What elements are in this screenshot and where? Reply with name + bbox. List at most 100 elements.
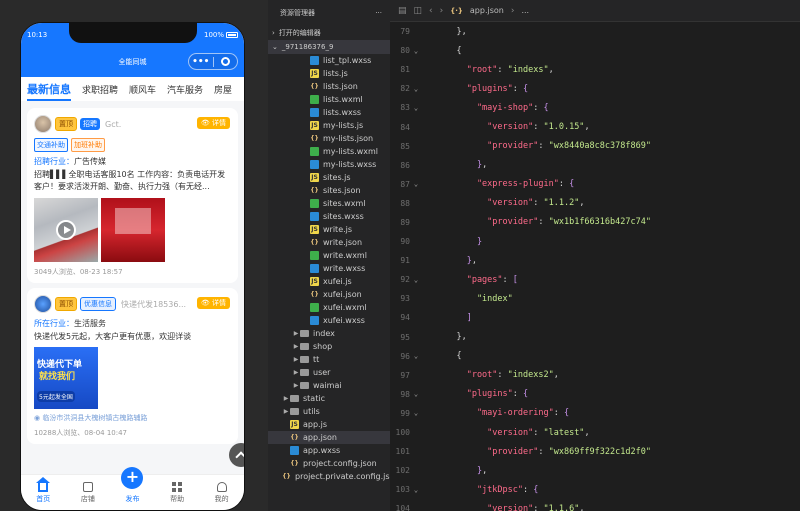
menu-capsule[interactable]: ••• xyxy=(188,53,238,70)
file-item[interactable]: xufei.wxss xyxy=(268,314,390,327)
file-item[interactable]: {} project.config.json xyxy=(268,457,390,470)
file-item[interactable]: {} app.json xyxy=(268,431,390,444)
code-line[interactable]: 87 ⌄ "express-plugin": { xyxy=(390,175,800,194)
code-line[interactable]: 81 "root": "indexs", xyxy=(390,60,800,79)
code-line[interactable]: 101 "provider": "wx869ff9f322c1d2f0" xyxy=(390,442,800,461)
code-line[interactable]: 96 ⌄ { xyxy=(390,347,800,366)
detail-button[interactable]: 👁 详情 xyxy=(196,297,230,309)
code-line[interactable]: 92 ⌄ "pages": [ xyxy=(390,270,800,289)
tab-housing[interactable]: 房屋 xyxy=(214,83,232,96)
folder-item[interactable]: ▶ index xyxy=(268,327,390,340)
file-item[interactable]: JS xufei.js xyxy=(268,275,390,288)
folder-item[interactable]: ▶ shop xyxy=(268,340,390,353)
code-line[interactable]: 79 }, xyxy=(390,22,800,41)
tabbar-help[interactable]: 帮助 xyxy=(155,475,200,510)
code-line[interactable]: 90 } xyxy=(390,232,800,251)
post-card[interactable]: 置顶 招聘 Gct. 👁 详情 交通补助 加班补助 招聘行业：广告传媒 招聘▌▌… xyxy=(27,108,238,283)
file-item[interactable]: list_tpl.wxss xyxy=(268,54,390,67)
folder-item[interactable]: ▶ utils xyxy=(268,405,390,418)
post-card[interactable]: 置顶 优惠信息 快递代发18536... 👁 详情 所在行业：生活服务 快递代发… xyxy=(27,288,238,444)
tabbar-home[interactable]: 首页 xyxy=(21,475,66,510)
split-editor-icon[interactable]: ▤ xyxy=(398,6,407,16)
file-item[interactable]: my-lists.wxml xyxy=(268,145,390,158)
fold-chevron-icon[interactable]: ⌄ xyxy=(410,409,422,417)
folder-item[interactable]: ▶ tt xyxy=(268,353,390,366)
file-item[interactable]: JS app.js xyxy=(268,418,390,431)
fold-chevron-icon[interactable]: ⌄ xyxy=(410,104,422,112)
location-line[interactable]: ◉ 临汾市洪洞县大槐树镇古槐路辅路 xyxy=(34,413,231,423)
project-section[interactable]: ⌄ _971186376_9 xyxy=(268,40,390,54)
tabbar-mine[interactable]: 我的 xyxy=(199,475,244,510)
code-line[interactable]: 94 ] xyxy=(390,308,800,327)
code-line[interactable]: 97 "root": "indexs2", xyxy=(390,366,800,385)
tab-latest[interactable]: 最新信息 xyxy=(27,81,71,101)
bookmark-icon[interactable]: ◫ xyxy=(414,6,423,16)
code-line[interactable]: 100 "version": "latest", xyxy=(390,423,800,442)
tab-carpool[interactable]: 顺风车 xyxy=(129,83,156,96)
file-item[interactable]: lists.wxss xyxy=(268,106,390,119)
fold-chevron-icon[interactable]: ⌄ xyxy=(410,47,422,55)
back-icon[interactable]: ‹ xyxy=(429,6,433,16)
file-item[interactable]: xufei.wxml xyxy=(268,301,390,314)
breadcrumb-more[interactable]: ... xyxy=(521,6,529,15)
file-item[interactable]: JS sites.js xyxy=(268,171,390,184)
file-item[interactable]: write.wxml xyxy=(268,249,390,262)
file-item[interactable]: {} project.private.config.js... xyxy=(268,470,390,483)
code-line[interactable]: 86 }, xyxy=(390,156,800,175)
file-item[interactable]: lists.wxml xyxy=(268,93,390,106)
code-line[interactable]: 95 }, xyxy=(390,328,800,347)
tab-jobs[interactable]: 求职招聘 xyxy=(82,83,118,96)
folder-item[interactable]: ▶ user xyxy=(268,366,390,379)
file-item[interactable]: {} lists.json xyxy=(268,80,390,93)
fold-chevron-icon[interactable]: ⌄ xyxy=(410,180,422,188)
plus-icon[interactable]: + xyxy=(121,467,144,489)
file-item[interactable]: JS write.js xyxy=(268,223,390,236)
more-dots-icon[interactable]: ••• xyxy=(189,57,213,67)
code-line[interactable]: 84 "version": "1.0.15", xyxy=(390,117,800,136)
fold-chevron-icon[interactable]: ⌄ xyxy=(410,276,422,284)
image-thumbnail[interactable] xyxy=(101,198,165,262)
code-line[interactable]: 88 "version": "1.1.2", xyxy=(390,194,800,213)
file-item[interactable]: {} my-lists.json xyxy=(268,132,390,145)
file-item[interactable]: JS lists.js xyxy=(268,67,390,80)
file-item[interactable]: JS my-lists.js xyxy=(268,119,390,132)
breadcrumb-file[interactable]: app.json xyxy=(470,6,504,15)
tab-car-service[interactable]: 汽车服务 xyxy=(167,83,203,96)
code-line[interactable]: 85 "provider": "wx8440a8c8c378f869" xyxy=(390,137,800,156)
image-thumbnail[interactable]: 快递代下单 就找我们 5元起发全国 xyxy=(34,347,98,409)
code-line[interactable]: 91 }, xyxy=(390,251,800,270)
code-line[interactable]: 98 ⌄ "plugins": { xyxy=(390,385,800,404)
code-line[interactable]: 82 ⌄ "plugins": { xyxy=(390,79,800,98)
code-line[interactable]: 102 }, xyxy=(390,461,800,480)
file-item[interactable]: my-lists.wxss xyxy=(268,158,390,171)
fold-chevron-icon[interactable]: ⌄ xyxy=(410,486,422,494)
fold-chevron-icon[interactable]: ⌄ xyxy=(410,390,422,398)
more-actions-icon[interactable]: ··· xyxy=(375,9,382,17)
code-lines[interactable]: 79 }, 80 ⌄ {81 "root": "indexs", 82 ⌄ "plugi… xyxy=(390,22,800,511)
file-item[interactable]: {} xufei.json xyxy=(268,288,390,301)
open-editors-section[interactable]: › 打开的编辑器 xyxy=(268,26,390,40)
code-line[interactable]: 89 "provider": "wx1b1f66316b427c74" xyxy=(390,213,800,232)
file-item[interactable]: sites.wxss xyxy=(268,210,390,223)
code-line[interactable]: 93 "index" xyxy=(390,289,800,308)
code-line[interactable]: 83 ⌄ "mayi-shop": { xyxy=(390,98,800,117)
file-item[interactable]: {} sites.json xyxy=(268,184,390,197)
code-line[interactable]: 103 ⌄ "jtkDpsc": { xyxy=(390,480,800,499)
detail-button[interactable]: 👁 详情 xyxy=(196,117,230,129)
tabbar-publish[interactable]: + 发布 xyxy=(110,467,155,510)
code-line[interactable]: 80 ⌄ { xyxy=(390,41,800,60)
file-item[interactable]: app.wxss xyxy=(268,444,390,457)
file-item[interactable]: write.wxss xyxy=(268,262,390,275)
forward-icon[interactable]: › xyxy=(440,6,444,16)
folder-item[interactable]: ▶ static xyxy=(268,392,390,405)
close-circle-icon[interactable] xyxy=(214,57,238,66)
code-line[interactable]: 104 "version": "1.1.6", xyxy=(390,499,800,511)
feed-list[interactable]: 置顶 招聘 Gct. 👁 详情 交通补助 加班补助 招聘行业：广告传媒 招聘▌▌… xyxy=(21,103,244,483)
code-line[interactable]: 99 ⌄ "mayi-ordering": { xyxy=(390,404,800,423)
folder-item[interactable]: ▶ waimai xyxy=(268,379,390,392)
tabbar-shop[interactable]: 店铺 xyxy=(66,475,111,510)
fold-chevron-icon[interactable]: ⌄ xyxy=(410,352,422,360)
video-thumbnail[interactable] xyxy=(34,198,98,262)
file-item[interactable]: sites.wxml xyxy=(268,197,390,210)
fold-chevron-icon[interactable]: ⌄ xyxy=(410,85,422,93)
